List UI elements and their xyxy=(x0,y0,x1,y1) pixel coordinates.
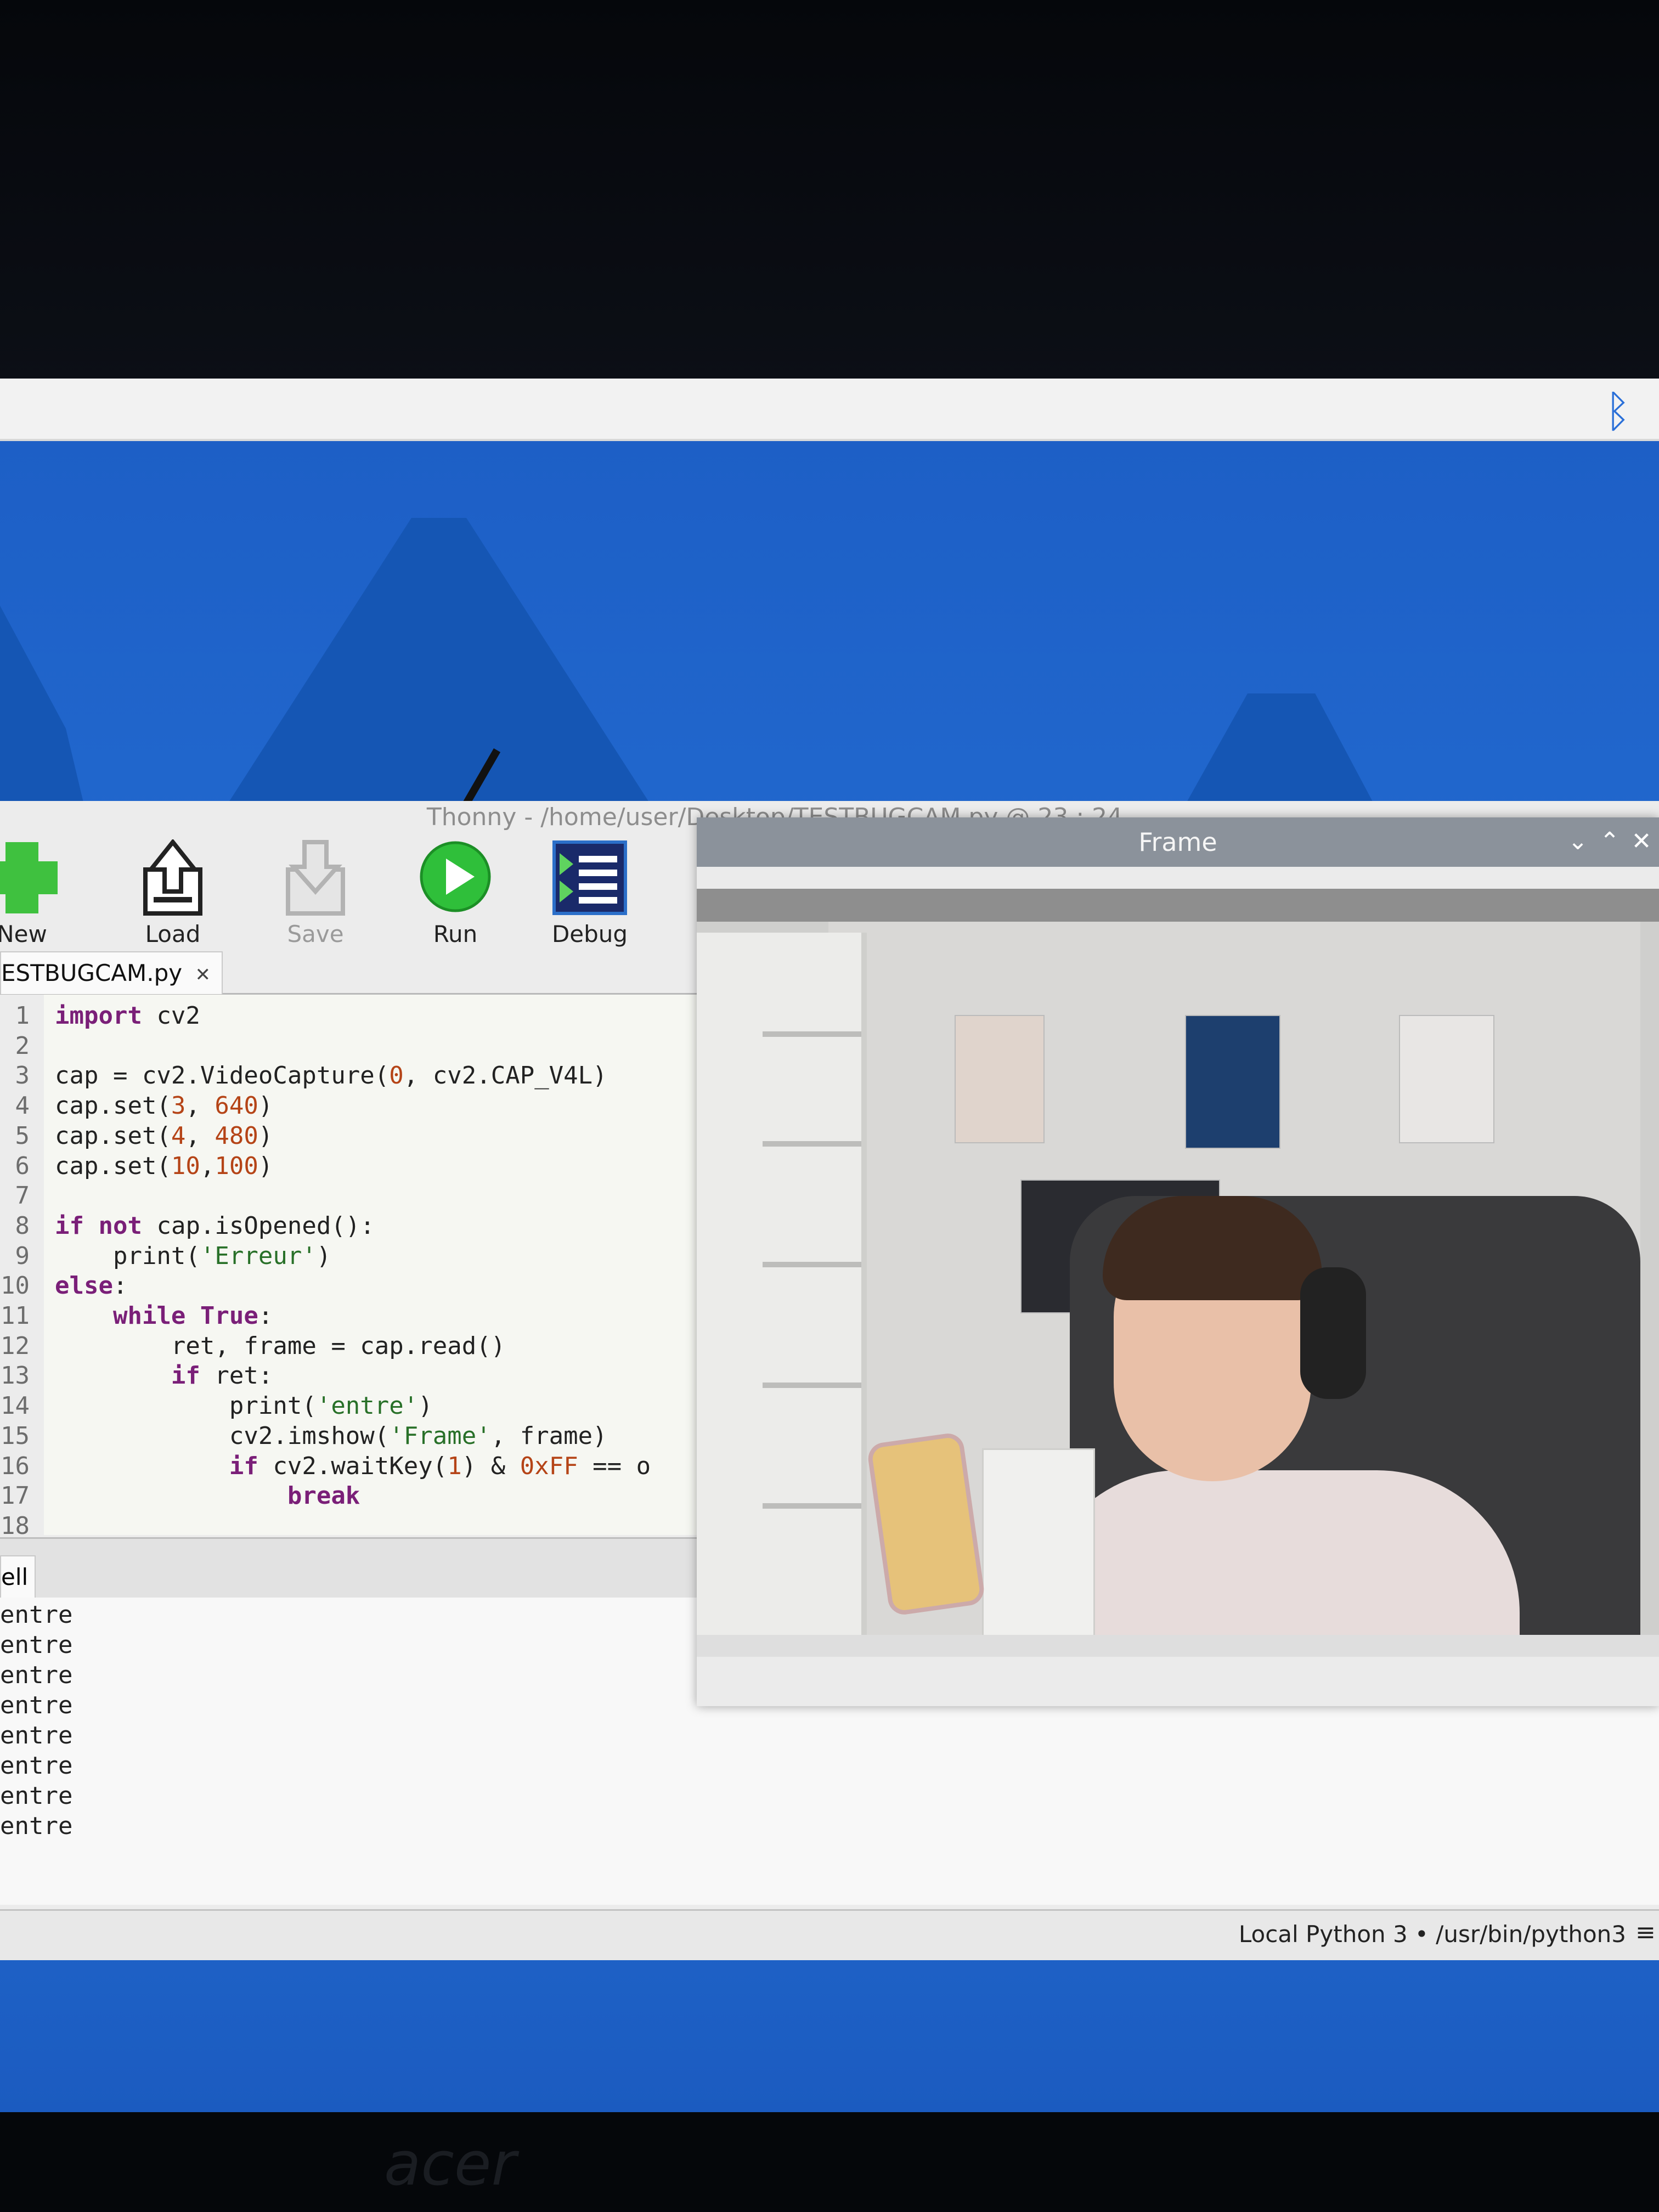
shell-output-line: entre xyxy=(0,1661,73,1689)
code-line: 7 xyxy=(0,1181,691,1211)
close-icon[interactable]: ✕ xyxy=(1626,825,1657,858)
code-line: 18 xyxy=(0,1511,691,1541)
save-button-label: Save xyxy=(287,921,344,947)
load-button[interactable]: Load xyxy=(118,838,228,949)
line-number: 8 xyxy=(15,1211,30,1240)
monitor-bezel-bottom xyxy=(0,2112,1659,2212)
code-line: 17 break xyxy=(0,1481,691,1511)
debug-icon xyxy=(549,839,631,916)
code-line: 14 print('entre') xyxy=(0,1391,691,1421)
line-number: 17 xyxy=(1,1482,30,1510)
code-text: if ret: xyxy=(171,1362,273,1390)
line-number: 1 xyxy=(15,1002,30,1030)
minimize-icon[interactable]: ⌄ xyxy=(1562,825,1593,858)
monitor-brand-logo: acer xyxy=(384,2129,516,2199)
code-line: 10 else: xyxy=(0,1271,691,1301)
frame-content xyxy=(697,889,1659,1635)
line-number: 11 xyxy=(1,1302,30,1330)
line-number: 16 xyxy=(1,1452,30,1480)
code-text: else: xyxy=(55,1272,128,1300)
shell-output-line: entre xyxy=(0,1782,73,1810)
line-number: 13 xyxy=(1,1362,30,1390)
monitor-bezel-top xyxy=(0,0,1659,384)
editor-tab[interactable]: ESTBUGCAM.py ✕ xyxy=(0,951,223,994)
code-line: 15 cv2.imshow('Frame', frame) xyxy=(0,1421,691,1451)
code-text: print('entre') xyxy=(55,1392,433,1420)
line-number: 5 xyxy=(15,1121,30,1150)
webcam-image xyxy=(697,889,1659,1635)
code-text: break xyxy=(287,1482,360,1510)
run-button-label: Run xyxy=(433,921,478,947)
new-file-icon xyxy=(0,839,63,916)
code-text: cap.set(4, 480) xyxy=(55,1121,273,1150)
code-text: ret, frame = cap.read() xyxy=(55,1331,506,1360)
line-number: 7 xyxy=(15,1182,30,1210)
code-text: cap.set(3, 640) xyxy=(55,1092,273,1120)
debug-button-label: Debug xyxy=(551,921,628,947)
run-icon xyxy=(414,839,496,916)
shell-output-line: entre xyxy=(0,1601,73,1629)
line-number: 6 xyxy=(15,1152,30,1180)
debug-button[interactable]: Debug xyxy=(535,839,645,949)
code-line: 4 cap.set(3, 640) xyxy=(0,1091,691,1121)
save-icon xyxy=(274,839,357,916)
code-text: import cv2 xyxy=(55,1002,200,1030)
code-line: 1 import cv2 xyxy=(0,1001,691,1031)
code-text: cv2.imshow('Frame', frame) xyxy=(55,1421,607,1450)
code-line: 12 ret, frame = cap.read() xyxy=(0,1331,691,1361)
code-line: 9 print('Erreur') xyxy=(0,1242,691,1271)
code-line: 13 if ret: xyxy=(0,1361,691,1391)
shell-output-line: entre xyxy=(0,1631,73,1659)
frame-window: Frame ⌄ ⌃ ✕ xyxy=(697,817,1659,1706)
shell-output-line: entre xyxy=(0,1691,73,1719)
shell-output-line: entre xyxy=(0,1752,73,1780)
editor-tab-filename: ESTBUGCAM.py xyxy=(1,960,183,986)
maximize-icon[interactable]: ⌃ xyxy=(1594,825,1625,858)
line-number: 10 xyxy=(1,1272,30,1300)
screen: ᛒ Thonny - /home/user/Desktop/TESTBUGCAM… xyxy=(0,379,1659,2112)
load-icon xyxy=(132,838,214,916)
shell-tab[interactable]: ell xyxy=(0,1555,36,1598)
shell-output-line: entre xyxy=(0,1812,73,1840)
frame-titlebar[interactable]: Frame ⌄ ⌃ ✕ xyxy=(697,817,1659,867)
menu-icon[interactable]: ≡ xyxy=(1635,1918,1656,1946)
shell-output: entre entre entre entre entre entre entre entre xyxy=(0,1600,72,1841)
code-line: 11 while True: xyxy=(0,1301,691,1331)
line-number: 3 xyxy=(15,1062,30,1090)
code-line: 3 cap = cv2.VideoCapture(0, cv2.CAP_V4L) xyxy=(0,1061,691,1091)
line-number: 9 xyxy=(15,1242,30,1270)
code-line: 6 cap.set(10,100) xyxy=(0,1152,691,1181)
line-number: 12 xyxy=(1,1331,30,1360)
code-line: 8 if not cap.isOpened(): xyxy=(0,1211,691,1241)
new-button-label: New xyxy=(0,921,47,947)
save-button[interactable]: Save xyxy=(261,839,370,949)
code-text: if cv2.waitKey(1) & 0xFF == o xyxy=(229,1452,651,1480)
code-text: cap.set(10,100) xyxy=(55,1152,273,1180)
line-number: 4 xyxy=(15,1092,30,1120)
line-number: 2 xyxy=(15,1031,30,1060)
line-number: 15 xyxy=(1,1421,30,1450)
bluetooth-icon[interactable]: ᛒ xyxy=(1599,390,1637,433)
new-button[interactable]: New xyxy=(0,839,77,949)
code-line: 2 xyxy=(0,1031,691,1061)
status-bar: Local Python 3 • /usr/bin/python3 ≡ xyxy=(0,1909,1659,1960)
line-number: 14 xyxy=(1,1392,30,1420)
run-button[interactable]: Run xyxy=(400,839,510,949)
code-line: 5 cap.set(4, 480) xyxy=(0,1121,691,1151)
shell-output-line: entre xyxy=(0,1722,73,1750)
code-text: cap = cv2.VideoCapture(0, cv2.CAP_V4L) xyxy=(55,1062,607,1090)
code-text: while True: xyxy=(112,1302,273,1330)
frame-title: Frame xyxy=(1138,827,1217,857)
interpreter-status[interactable]: Local Python 3 • /usr/bin/python3 xyxy=(1239,1921,1626,1948)
code-text: if not cap.isOpened(): xyxy=(55,1211,375,1240)
code-text: print('Erreur') xyxy=(55,1242,331,1270)
tab-close-icon[interactable]: ✕ xyxy=(195,964,211,986)
load-button-label: Load xyxy=(145,921,201,947)
code-line: 16 if cv2.waitKey(1) & 0xFF == o xyxy=(0,1452,691,1481)
taskbar: ᛒ xyxy=(0,379,1659,441)
